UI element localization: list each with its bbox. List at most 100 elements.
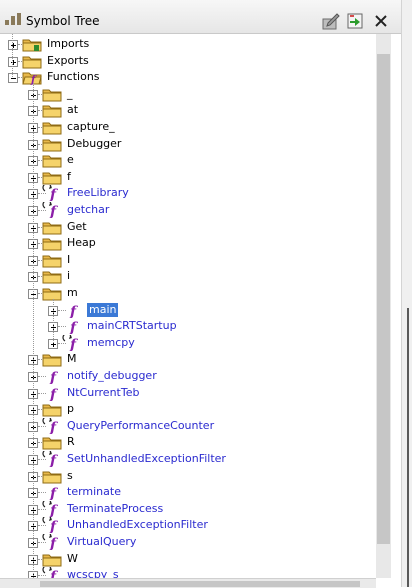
tree-item-label[interactable]: Imports <box>47 37 89 51</box>
functions-guide-line <box>33 83 34 578</box>
tree-item-label[interactable]: f <box>67 170 71 184</box>
folder-icon <box>42 105 62 118</box>
folder-functions-icon: f <box>22 72 42 85</box>
tree-item-label[interactable]: R <box>67 435 75 449</box>
folder-icon <box>42 554 62 567</box>
folder-icon <box>22 56 42 69</box>
thunk-function-icon: f <box>42 567 59 578</box>
tree-function[interactable]: f memcpy <box>0 334 376 351</box>
svg-text:f: f <box>49 486 59 500</box>
vertical-scrollbar[interactable] <box>376 34 391 578</box>
expand-toggle[interactable] <box>8 56 18 67</box>
tree-folder[interactable]: s <box>0 468 376 484</box>
tree-item-label[interactable]: VirtualQuery <box>67 535 136 549</box>
svg-text:f: f <box>69 304 79 318</box>
tree-item-label[interactable]: _ <box>67 87 73 101</box>
tree-folder[interactable]: f <box>0 169 376 185</box>
root-guide-line <box>12 34 13 78</box>
collapse-toggle[interactable] <box>8 73 18 84</box>
tree-function[interactable]: f FreeLibrary <box>0 185 376 201</box>
tree-folder[interactable]: W <box>0 551 376 567</box>
tree-item-label[interactable]: QueryPerformanceCounter <box>67 419 214 433</box>
tree-folder[interactable]: at <box>0 102 376 118</box>
tree-function[interactable]: f UnhandledExceptionFilter <box>0 517 376 533</box>
tree-item-label[interactable]: s <box>67 469 73 483</box>
tree-function[interactable]: f TerminateProcess <box>0 500 376 517</box>
thunk-function-icon: f <box>42 417 59 434</box>
folder-icon <box>42 222 62 235</box>
tree-item-label[interactable]: I <box>67 253 70 267</box>
symbol-tree[interactable]: Imports Exports f Functions _ at capture_… <box>0 34 376 578</box>
tree-item-label[interactable]: memcpy <box>87 336 135 350</box>
tree-function[interactable]: f QueryPerformanceCounter <box>0 417 376 434</box>
tree-item-label[interactable]: at <box>67 103 78 117</box>
tree-item-label[interactable]: notify_debugger <box>67 369 157 383</box>
tree-item-label[interactable]: FreeLibrary <box>67 186 129 200</box>
tree-function[interactable]: f getchar <box>0 202 376 218</box>
tree-item-label[interactable]: Heap <box>67 236 96 250</box>
tree-function[interactable]: f terminate <box>0 484 376 500</box>
tree-function[interactable]: f notify_debugger <box>0 368 376 384</box>
tree-root-functions[interactable]: f Functions <box>0 69 376 85</box>
close-icon[interactable] <box>372 12 390 30</box>
folder-icon <box>42 155 62 168</box>
svg-text:f: f <box>49 187 59 201</box>
tree-function[interactable]: f mainCRTStartup <box>0 318 376 334</box>
tree-function[interactable]: f main <box>0 302 376 318</box>
tree-folder[interactable]: Get <box>0 219 376 235</box>
tree-folder[interactable]: M <box>0 351 376 367</box>
tree-folder[interactable]: p <box>0 401 376 417</box>
tree-folder[interactable]: _ <box>0 86 376 102</box>
tree-item-label[interactable]: wcscpy_s <box>67 568 119 578</box>
svg-text:f: f <box>49 453 59 467</box>
tree-item-label[interactable]: NtCurrentTeb <box>67 386 139 400</box>
horizontal-scroll-thumb[interactable] <box>40 581 360 587</box>
folder-icon <box>42 139 62 152</box>
tree-item-label[interactable]: M <box>67 352 77 366</box>
tree-item-label[interactable]: p <box>67 402 74 416</box>
tree-folder[interactable]: Heap <box>0 235 376 251</box>
tree-folder[interactable]: e <box>0 152 376 168</box>
folder-icon <box>42 354 62 367</box>
tree-item-label[interactable]: TerminateProcess <box>67 502 163 516</box>
tree-item-label[interactable]: Exports <box>47 54 89 68</box>
tree-item-label[interactable]: W <box>67 552 78 566</box>
tree-root-exports[interactable]: Exports <box>0 53 376 69</box>
expand-toggle[interactable] <box>8 40 18 50</box>
tree-item-label[interactable]: i <box>67 269 70 283</box>
tree-item-label[interactable]: SetUnhandledExceptionFilter <box>67 452 226 466</box>
tree-function[interactable]: f NtCurrentTeb <box>0 385 376 401</box>
folder-icon <box>42 89 62 102</box>
tree-item-label[interactable]: main <box>87 302 119 317</box>
folder-icon <box>42 471 62 484</box>
tree-folder[interactable]: m <box>0 285 376 301</box>
tree-item-label[interactable]: Debugger <box>67 137 121 151</box>
svg-text:f: f <box>49 569 59 578</box>
tree-folder[interactable]: Debugger <box>0 136 376 152</box>
tree-folder[interactable]: i <box>0 268 376 284</box>
vertical-scroll-thumb[interactable] <box>377 54 390 544</box>
tree-item-label[interactable]: terminate <box>67 485 121 499</box>
tree-item-label[interactable]: UnhandledExceptionFilter <box>67 518 208 532</box>
tree-root-imports[interactable]: Imports <box>0 36 376 52</box>
tree-item-label[interactable]: Get <box>67 220 87 234</box>
tree-function[interactable]: f SetUnhandledExceptionFilter <box>0 451 376 467</box>
panel-divider[interactable] <box>401 0 412 587</box>
folder-icon <box>42 122 62 135</box>
tree-folder[interactable]: capture_ <box>0 119 376 135</box>
tree-item-label[interactable]: getchar <box>67 203 109 217</box>
tree-folder[interactable]: R <box>0 434 376 450</box>
tree-folder[interactable]: I <box>0 252 376 268</box>
navigate-icon[interactable] <box>346 12 364 30</box>
tree-function[interactable]: f VirtualQuery <box>0 534 376 550</box>
folder-icon <box>42 271 62 284</box>
tree-item-label[interactable]: e <box>67 153 74 167</box>
tree-item-label[interactable]: mainCRTStartup <box>87 319 177 333</box>
tree-function[interactable]: f wcscpy_s <box>0 567 376 578</box>
tree-item-label[interactable]: capture_ <box>67 120 115 134</box>
tree-item-label[interactable]: Functions <box>47 70 100 84</box>
thunk-function-icon: f <box>42 451 59 467</box>
tree-item-label[interactable]: m <box>67 286 78 300</box>
svg-text:f: f <box>49 420 59 434</box>
edit-icon[interactable] <box>322 12 340 30</box>
